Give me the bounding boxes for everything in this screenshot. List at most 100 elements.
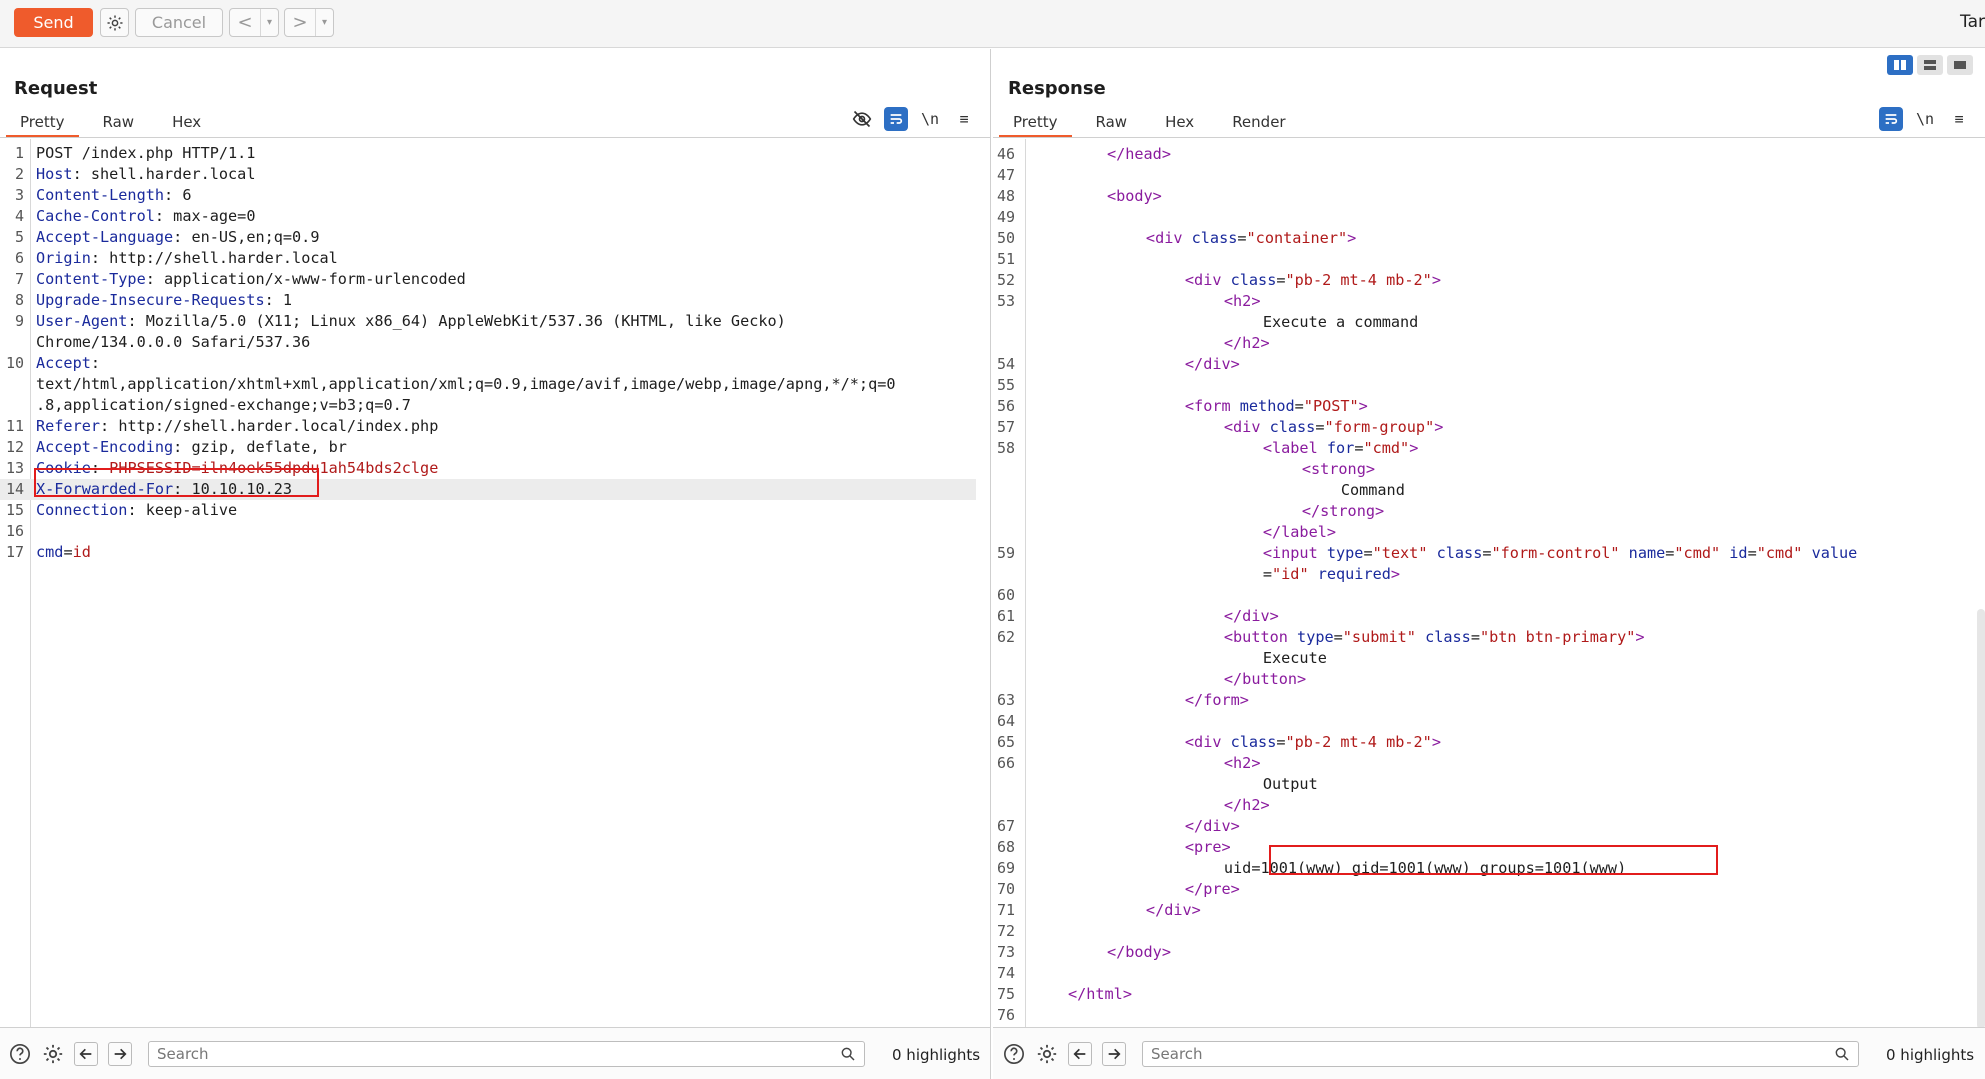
search-icon[interactable] — [1830, 1042, 1854, 1066]
response-search-input[interactable] — [1142, 1041, 1859, 1067]
response-line[interactable]: Execute — [993, 648, 1973, 669]
response-line[interactable]: 57 <div class="form-group"> — [993, 417, 1973, 438]
response-scrollbar[interactable] — [1977, 609, 1985, 1029]
request-tab-pretty[interactable]: Pretty — [6, 108, 79, 138]
request-line[interactable]: 8 Upgrade-Insecure-Requests: 1 — [0, 290, 976, 311]
request-line[interactable]: .8,application/signed-exchange;v=b3;q=0.… — [0, 395, 976, 416]
wrap-icon[interactable] — [884, 107, 908, 131]
response-line[interactable]: 70 </pre> — [993, 879, 1973, 900]
request-line[interactable]: 7 Content-Type: application/x-www-form-ur… — [0, 269, 976, 290]
gear-icon[interactable] — [41, 1042, 65, 1066]
response-editor[interactable]: 46 </head> 47 48 <body> 49 50 <div class="conta… — [993, 139, 1985, 1027]
response-line[interactable]: 58 <label for="cmd"> — [993, 438, 1973, 459]
search-icon[interactable] — [836, 1042, 860, 1066]
request-line[interactable]: 2 Host: shell.harder.local — [0, 164, 976, 185]
newline-icon[interactable]: \n — [918, 107, 942, 131]
target-label[interactable]: Tar — [1960, 12, 1985, 32]
help-icon[interactable] — [1002, 1042, 1026, 1066]
request-line[interactable]: 4 Cache-Control: max-age=0 — [0, 206, 976, 227]
request-search-input[interactable] — [148, 1041, 865, 1067]
response-line[interactable]: 48 <body> — [993, 186, 1973, 207]
response-line[interactable]: 62 <button type="submit" class="btn btn-p… — [993, 627, 1973, 648]
response-line[interactable]: 46 </head> — [993, 144, 1973, 165]
response-tab-raw[interactable]: Raw — [1082, 108, 1142, 138]
response-line[interactable]: <strong> — [993, 459, 1973, 480]
response-line[interactable]: 64 — [993, 711, 1973, 732]
menu-icon[interactable]: ≡ — [1947, 107, 1971, 131]
request-line[interactable]: text/html,application/xhtml+xml,applicat… — [0, 374, 976, 395]
forward-history-button[interactable]: > ▾ — [284, 8, 334, 37]
response-tab-pretty[interactable]: Pretty — [999, 108, 1072, 138]
response-line[interactable]: 47 — [993, 165, 1973, 186]
arrow-left-icon[interactable] — [1068, 1042, 1092, 1066]
single-pane-layout-icon[interactable] — [1947, 55, 1973, 75]
response-line[interactable]: 74 — [993, 963, 1973, 984]
request-line[interactable]: 15 Connection: keep-alive — [0, 500, 976, 521]
response-line[interactable]: Output — [993, 774, 1973, 795]
arrow-right-icon[interactable] — [1102, 1042, 1126, 1066]
help-icon[interactable] — [8, 1042, 32, 1066]
response-line[interactable]: 63 </form> — [993, 690, 1973, 711]
request-line-text: Cache-Control: max-age=0 — [36, 207, 256, 225]
response-tab-hex[interactable]: Hex — [1151, 108, 1208, 138]
request-line[interactable]: 10 Accept: — [0, 353, 976, 374]
response-line[interactable]: </button> — [993, 669, 1973, 690]
response-line[interactable]: 76 — [993, 1005, 1973, 1026]
response-line[interactable]: Execute a command — [993, 312, 1973, 333]
response-line[interactable]: 55 — [993, 375, 1973, 396]
arrow-left-icon[interactable] — [74, 1042, 98, 1066]
forward-dropdown-icon[interactable]: ▾ — [315, 9, 333, 36]
cancel-button[interactable]: Cancel — [135, 8, 223, 37]
menu-icon[interactable]: ≡ — [952, 107, 976, 131]
response-line[interactable]: </strong> — [993, 501, 1973, 522]
split-vertical-layout-icon[interactable] — [1887, 55, 1913, 75]
gear-icon[interactable] — [1035, 1042, 1059, 1066]
request-line[interactable]: 5 Accept-Language: en-US,en;q=0.9 — [0, 227, 976, 248]
response-line[interactable]: 53 <h2> — [993, 291, 1973, 312]
response-line[interactable]: 61 </div> — [993, 606, 1973, 627]
response-line[interactable]: </h2> — [993, 333, 1973, 354]
response-line[interactable]: 72 — [993, 921, 1973, 942]
response-line[interactable]: 66 <h2> — [993, 753, 1973, 774]
response-line[interactable]: </label> — [993, 522, 1973, 543]
request-editor[interactable]: 1 POST /index.php HTTP/1.1 2 Host: shell.ha… — [0, 139, 990, 1027]
response-line[interactable]: 71 </div> — [993, 900, 1973, 921]
request-line[interactable]: 11 Referer: http://shell.harder.local/ind… — [0, 416, 976, 437]
response-line[interactable]: 52 <div class="pb-2 mt-4 mb-2"> — [993, 270, 1973, 291]
response-line[interactable]: 50 <div class="container"> — [993, 228, 1973, 249]
response-line[interactable]: 59 <input type="text" class="form-control… — [993, 543, 1973, 564]
request-line[interactable]: 1 POST /index.php HTTP/1.1 — [0, 143, 976, 164]
response-line[interactable]: </h2> — [993, 795, 1973, 816]
response-line[interactable]: 54 </div> — [993, 354, 1973, 375]
response-line[interactable]: Command — [993, 480, 1973, 501]
request-line[interactable]: 12 Accept-Encoding: gzip, deflate, br — [0, 437, 976, 458]
response-line[interactable]: 49 — [993, 207, 1973, 228]
line-number: 57 — [996, 418, 1015, 436]
back-history-button[interactable]: < ▾ — [229, 8, 279, 37]
response-line[interactable]: ="id" required> — [993, 564, 1973, 585]
wrap-icon[interactable] — [1879, 107, 1903, 131]
response-line[interactable]: 73 </body> — [993, 942, 1973, 963]
request-line[interactable]: 16 — [0, 521, 976, 542]
request-tab-hex[interactable]: Hex — [158, 108, 215, 138]
eye-off-icon[interactable] — [850, 107, 874, 131]
arrow-right-icon[interactable] — [108, 1042, 132, 1066]
request-tab-raw[interactable]: Raw — [89, 108, 149, 138]
request-line[interactable]: 17 cmd=id — [0, 542, 976, 563]
response-line[interactable]: 60 — [993, 585, 1973, 606]
back-dropdown-icon[interactable]: ▾ — [260, 9, 278, 36]
response-line[interactable]: 65 <div class="pb-2 mt-4 mb-2"> — [993, 732, 1973, 753]
response-line[interactable]: 75 </html> — [993, 984, 1973, 1005]
request-line[interactable]: 3 Content-Length: 6 — [0, 185, 976, 206]
settings-button[interactable] — [100, 8, 129, 37]
newline-icon[interactable]: \n — [1913, 107, 1937, 131]
response-line[interactable]: 51 — [993, 249, 1973, 270]
response-tab-render[interactable]: Render — [1218, 108, 1299, 138]
split-horizontal-layout-icon[interactable] — [1917, 55, 1943, 75]
response-line[interactable]: 67 </div> — [993, 816, 1973, 837]
response-line[interactable]: 56 <form method="POST"> — [993, 396, 1973, 417]
request-line[interactable]: Chrome/134.0.0.0 Safari/537.36 — [0, 332, 976, 353]
request-line[interactable]: 9 User-Agent: Mozilla/5.0 (X11; Linux x86… — [0, 311, 976, 332]
send-button[interactable]: Send — [14, 8, 93, 37]
request-line[interactable]: 6 Origin: http://shell.harder.local — [0, 248, 976, 269]
